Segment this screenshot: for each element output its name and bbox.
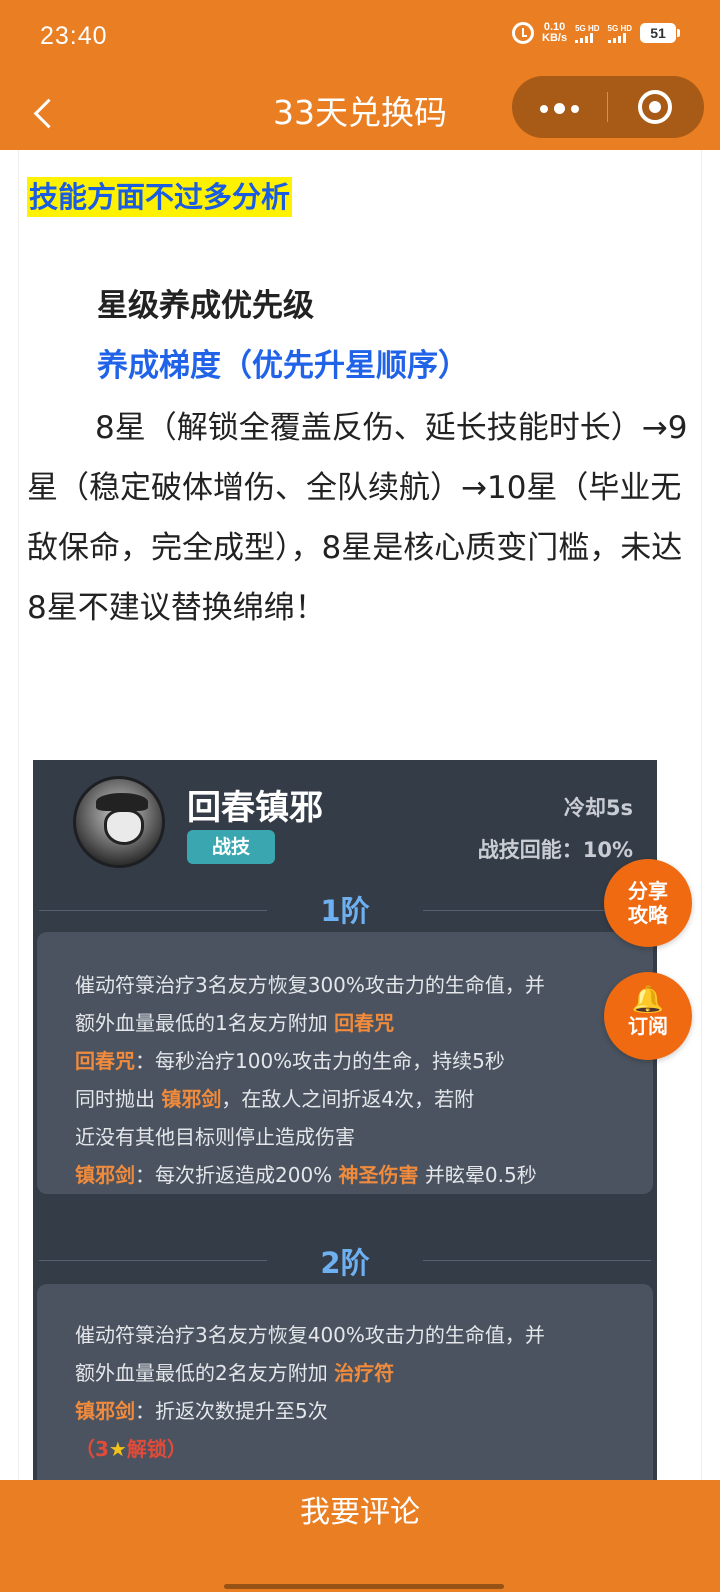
tier-line: （3★解锁） (75, 1437, 187, 1461)
nav-bar: 33天兑换码 (0, 76, 720, 150)
sim1-label: 5G HD (575, 23, 600, 33)
share-label-line1: 分享 (628, 879, 668, 903)
status-time: 23:40 (40, 22, 108, 50)
subscribe-button[interactable]: 🔔 订阅 (604, 972, 692, 1060)
tier-line: 镇邪剑：折返次数提升至5次 (75, 1399, 328, 1423)
tier-line: 镇邪剑：每次折返造成200% 神圣伤害 并眩晕0.5秒 (75, 1163, 537, 1187)
character-avatar (73, 776, 165, 868)
tier-line: 同时抛出 镇邪剑，在敌人之间折返4次，若附 (75, 1087, 475, 1111)
signal-sim2-icon: 5G HD (607, 23, 632, 43)
article-content: 技能方面不过多分析 星级养成优先级 养成梯度（优先升星顺序） 8星（解锁全覆盖反… (18, 150, 702, 1480)
star-icon: ★ (108, 1437, 127, 1461)
tier-line: 催动符箓治疗3名友方恢复400%攻击力的生命值，并 (75, 1323, 545, 1347)
more-button[interactable] (512, 76, 607, 138)
highlight-heading: 技能方面不过多分析 (27, 177, 293, 217)
signal-sim1-icon: 5G HD (575, 23, 600, 43)
skill-cooldown: 冷却5s (563, 796, 633, 820)
tier-line: 回春咒：每秒治疗100%攻击力的生命，持续5秒 (75, 1049, 505, 1073)
mini-program-capsule (512, 76, 704, 138)
tier-line: 额外血量最低的2名友方附加 治疗符 (75, 1361, 395, 1385)
share-guide-button[interactable]: 分享 攻略 (604, 859, 692, 947)
skill-energy: 战技回能：10% (477, 838, 633, 862)
tier-title: 2阶 (320, 1246, 370, 1280)
tier-line: 近没有其他目标则停止造成伤害 (75, 1125, 355, 1149)
blue-subheading: 养成梯度（优先升星顺序） (97, 348, 469, 384)
skill-card-image[interactable]: 回春镇邪 战技 冷却5s 战技回能：10% 1阶 催动符箓治疗3名友方恢复300… (33, 760, 657, 1480)
skill-type-badge: 战技 (187, 830, 275, 864)
share-label-line2: 攻略 (628, 903, 668, 927)
comment-button[interactable]: 我要评论 (0, 1480, 720, 1580)
status-icons: 0.10 KB/s 5G HD 5G HD 51 (512, 22, 680, 44)
network-speed: 0.10 KB/s (542, 22, 567, 44)
home-indicator[interactable] (224, 1584, 504, 1589)
tier-description: 催动符箓治疗3名友方恢复300%攻击力的生命值，并 额外血量最低的1名友方附加 … (37, 932, 653, 1194)
net-speed-unit: KB/s (542, 32, 568, 44)
subscribe-label: 订阅 (628, 1014, 668, 1038)
bell-icon: 🔔 (631, 985, 665, 1015)
skill-name: 回春镇邪 (187, 788, 323, 828)
status-bar: 23:40 0.10 KB/s 5G HD 5G HD 51 (0, 0, 720, 76)
tier-title: 1阶 (320, 894, 370, 928)
battery-icon: 51 (640, 23, 680, 43)
target-circle-icon (638, 90, 672, 124)
body-paragraph: 8星（解锁全覆盖反伤、延长技能时长）→9星（稳定破体增伤、全队续航）→10星（毕… (27, 410, 688, 626)
tier-line: 催动符箓治疗3名友方恢复300%攻击力的生命值，并 (75, 973, 545, 997)
tier-description: 催动符箓治疗3名友方恢复400%攻击力的生命值，并 额外血量最低的2名友方附加 … (37, 1284, 653, 1480)
bottom-bar: 我要评论 (0, 1480, 720, 1592)
close-mini-program-button[interactable] (608, 76, 704, 138)
tier-line: 额外血量最低的1名友方附加 回春咒 (75, 1011, 395, 1035)
section-heading: 星级养成优先级 (97, 288, 314, 324)
more-dots-icon (540, 103, 579, 114)
alarm-icon (512, 22, 535, 44)
sim2-label: 5G HD (607, 23, 632, 33)
